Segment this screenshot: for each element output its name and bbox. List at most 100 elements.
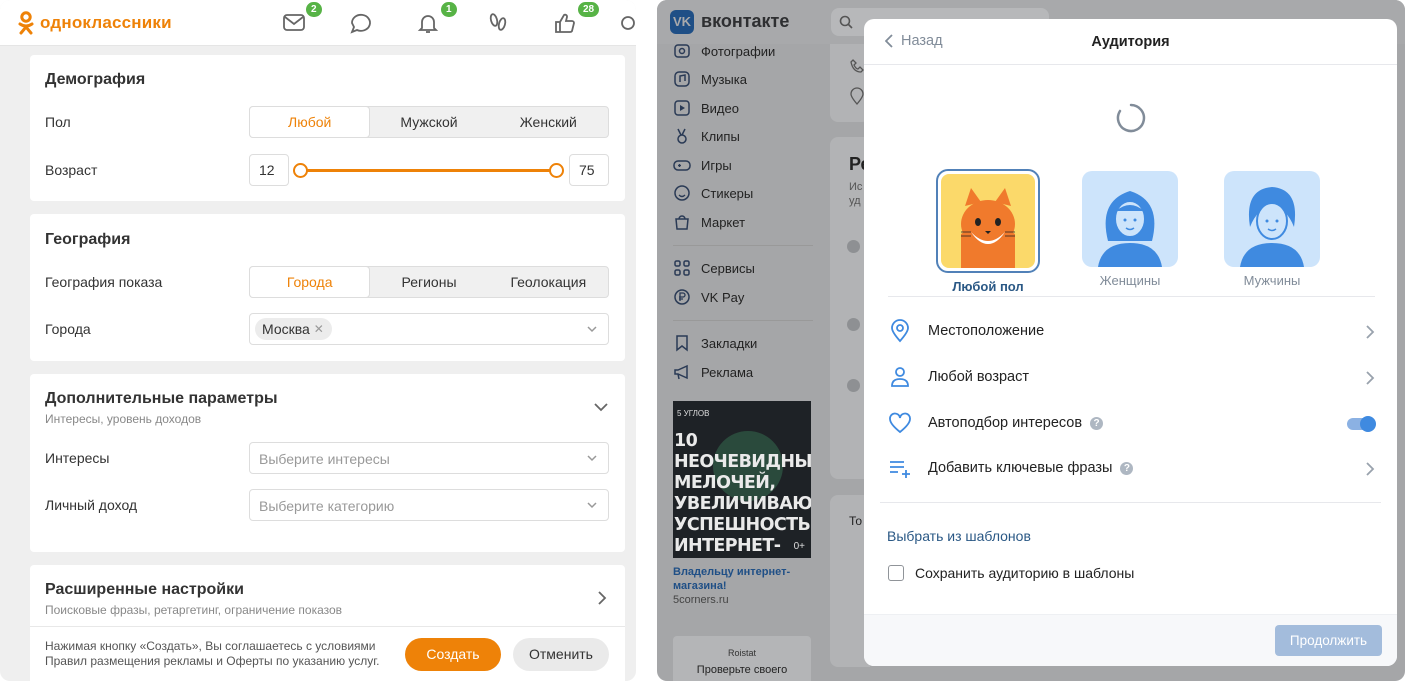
vk-nav-services[interactable]: Сервисы: [673, 259, 755, 277]
autoselect-label-text: Автоподбор интересов: [928, 415, 1083, 431]
modal-divider: [880, 502, 1381, 503]
age-max-input[interactable]: 75: [569, 154, 609, 186]
clips-icon: [677, 128, 687, 144]
vk-nav-market[interactable]: Маркет: [673, 213, 745, 231]
city-tag-remove-icon[interactable]: ✕: [314, 318, 324, 340]
cities-select[interactable]: Москва ✕: [249, 313, 609, 345]
help-icon[interactable]: ?: [1120, 462, 1134, 475]
age-min-input[interactable]: 12: [249, 154, 289, 186]
ok-ads-panel: одноклассники 2 1 28 Демография Пол Любо…: [0, 0, 636, 681]
location-row[interactable]: Местоположение: [888, 317, 1375, 347]
geo-option-cities[interactable]: Города: [250, 267, 370, 297]
audience-men-frame: [1224, 171, 1320, 267]
age-row[interactable]: Любой возраст: [888, 363, 1375, 393]
autoselect-toggle[interactable]: [1347, 416, 1376, 432]
likes-icon[interactable]: [553, 11, 579, 35]
vk-logo-icon[interactable]: VK: [670, 10, 694, 34]
extra-subtitle: Интересы, уровень доходов: [45, 412, 202, 426]
vk-nav-divider: [673, 320, 813, 321]
gender-option-female[interactable]: Женский: [489, 107, 608, 137]
vk-ads-panel: VK вконтакте Фотографии Музыка Видео Кли…: [657, 0, 1405, 681]
vk-nav-label: Клипы: [701, 128, 740, 144]
vk-nav-vkpay[interactable]: VK Pay: [673, 288, 744, 306]
audience-any[interactable]: Любой пол: [936, 169, 1040, 294]
games-icon[interactable]: [618, 11, 636, 35]
age-slider-track[interactable]: [294, 169, 558, 172]
woman-avatar-icon: [1098, 191, 1162, 267]
ad-domain[interactable]: 5corners.ru: [673, 594, 729, 606]
add-list-icon: [890, 461, 910, 478]
advanced-card[interactable]: Расширенные настройки Поисковые фразы, р…: [30, 565, 625, 681]
save-template-label: Сохранить аудиторию в шаблоны: [915, 565, 1135, 581]
geography-title: География: [45, 231, 131, 248]
audience-women[interactable]: Женщины: [1078, 171, 1182, 288]
geo-mode-label: География показа: [45, 274, 163, 290]
bg-right-edge: [1397, 150, 1405, 570]
notifications-badge: 1: [441, 2, 457, 17]
keywords-row[interactable]: Добавить ключевые фразы?: [888, 454, 1375, 484]
ad-headline: 10 НЕОЧЕВИДНЫХ МЕЛОЧЕЙ, УВЕЛИЧИВАЮЩИХ УС…: [674, 431, 811, 558]
ad-age-rating: 0+: [793, 541, 805, 552]
save-template-checkbox[interactable]: [888, 565, 904, 581]
cancel-button[interactable]: Отменить: [513, 638, 609, 671]
bg-sub-fragment-1: Ис: [849, 181, 863, 193]
discussions-icon[interactable]: [348, 11, 374, 35]
bg-sub-fragment-2: уд: [849, 195, 861, 207]
geo-mode-selector: Города Регионы Геолокация: [249, 266, 609, 298]
geo-option-geolocation[interactable]: Геолокация: [489, 267, 608, 297]
income-label: Личный доход: [45, 497, 138, 513]
ad2-brand: Roistat: [727, 648, 756, 658]
collapse-chevron-icon[interactable]: [594, 402, 608, 412]
chevron-right-icon: [1366, 371, 1375, 385]
create-button[interactable]: Создать: [405, 638, 501, 671]
guests-icon[interactable]: [486, 11, 512, 35]
vk-ad-image[interactable]: 5 УГЛОВ 10 НЕОЧЕВИДНЫХ МЕЛОЧЕЙ, УВЕЛИЧИВ…: [673, 401, 811, 558]
footer-divider: [30, 626, 625, 627]
vk-nav-label: Стикеры: [701, 185, 754, 201]
demography-card: Демография Пол Любой Мужской Женский Воз…: [30, 55, 625, 201]
audience-men[interactable]: Мужчины: [1220, 171, 1324, 288]
modal-header: Назад Аудитория: [864, 19, 1397, 65]
ad-brand: 5 УГЛОВ: [677, 409, 710, 418]
geo-option-regions[interactable]: Регионы: [369, 267, 488, 297]
ruble-icon: [674, 289, 690, 305]
vk-nav-clips[interactable]: Клипы: [673, 127, 740, 145]
income-placeholder: Выберите категорию: [259, 498, 395, 514]
age-slider-min-handle[interactable]: [293, 163, 308, 178]
vk-nav-video[interactable]: Видео: [673, 99, 739, 117]
loading-spinner-icon: [1116, 103, 1146, 133]
user-icon: [891, 367, 909, 387]
pin-icon: [850, 87, 864, 105]
demography-title: Демография: [45, 71, 146, 88]
templates-link[interactable]: Выбрать из шаблонов: [887, 528, 1031, 544]
gender-option-any[interactable]: Любой: [250, 107, 370, 137]
extra-params-card: Дополнительные параметры Интересы, урове…: [30, 374, 625, 552]
megaphone-icon: [674, 364, 688, 380]
vk-nav-music[interactable]: Музыка: [673, 70, 747, 88]
vk-nav-stickers[interactable]: Стикеры: [673, 184, 753, 202]
ok-logo[interactable]: одноклассники: [18, 11, 172, 35]
vk-nav-ads[interactable]: Реклама: [673, 363, 753, 381]
advanced-subtitle: Поисковые фразы, ретаргетинг, ограничени…: [45, 603, 343, 617]
save-template-checkbox-row[interactable]: Сохранить аудиторию в шаблоны: [888, 565, 1134, 581]
audience-women-frame: [1082, 171, 1178, 267]
help-icon[interactable]: ?: [1090, 417, 1104, 430]
vk-nav-bookmarks[interactable]: Закладки: [673, 334, 757, 352]
income-select[interactable]: Выберите категорию: [249, 489, 609, 521]
extra-title: Дополнительные параметры: [45, 390, 278, 407]
toggle-knob: [1360, 416, 1376, 432]
vk-ad2[interactable]: Roistat Проверьте своего: [673, 636, 811, 681]
vk-nav-photos[interactable]: Фотографии: [673, 42, 775, 60]
messages-badge: 2: [306, 2, 322, 17]
terms-line-2: Правил размещения рекламы и Оферты по ук…: [45, 654, 380, 668]
messages-icon[interactable]: [282, 11, 308, 35]
continue-button[interactable]: Продолжить: [1275, 625, 1382, 656]
gender-option-male[interactable]: Мужской: [369, 107, 488, 137]
gamepad-icon: [673, 160, 691, 171]
interests-select[interactable]: Выберите интересы: [249, 442, 609, 474]
vk-nav-games[interactable]: Игры: [673, 156, 732, 174]
bg-check-icon: [847, 379, 860, 392]
notifications-icon[interactable]: [416, 11, 442, 35]
ad-caption[interactable]: Владельцу интернет-магазина!: [673, 565, 811, 593]
age-slider-max-handle[interactable]: [549, 163, 564, 178]
